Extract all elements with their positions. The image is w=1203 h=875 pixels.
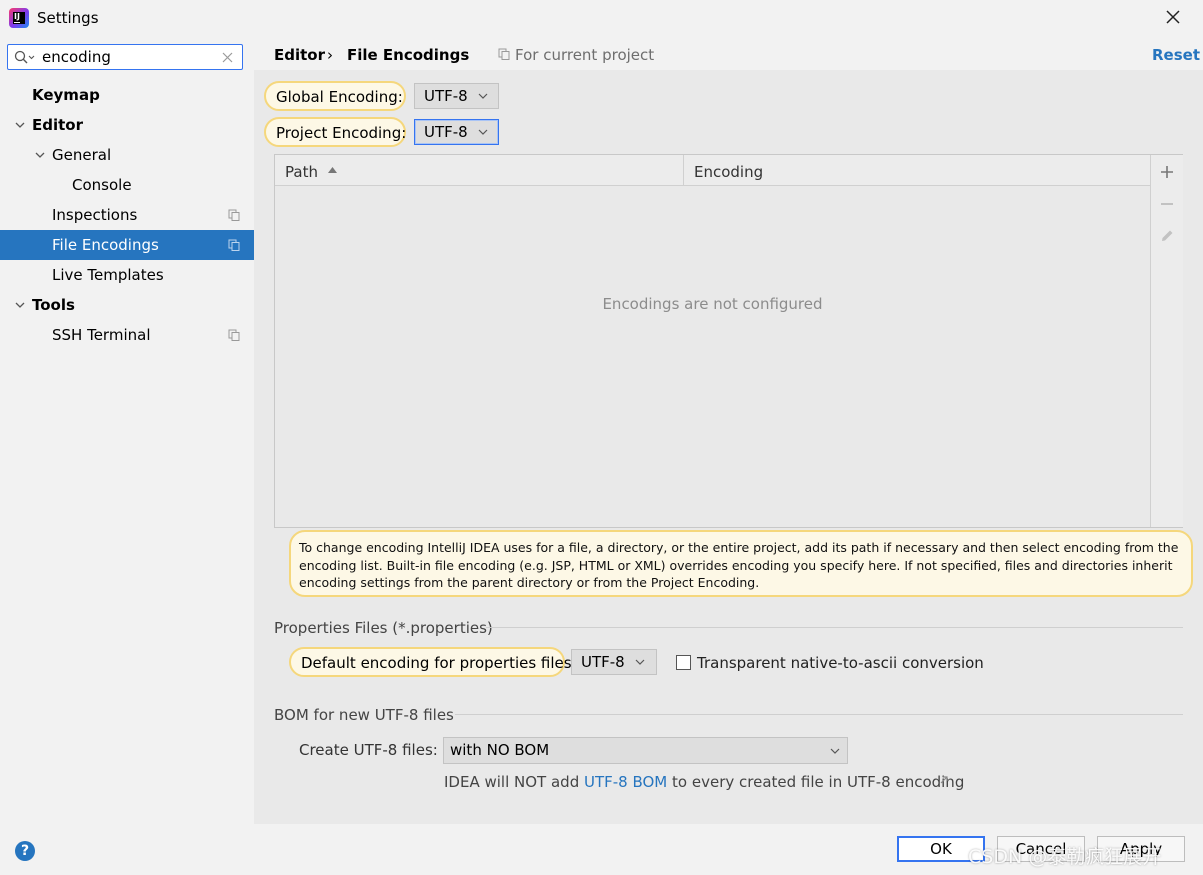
bom-select-value: with NO BOM	[450, 741, 550, 759]
watermark: CSDN @泰勒疯狂展开	[968, 846, 1162, 868]
chevron-down-icon[interactable]	[13, 298, 27, 312]
sidebar-item-ssh-terminal[interactable]: SSH Terminal	[0, 320, 254, 350]
column-divider[interactable]	[683, 155, 684, 185]
search-icon	[14, 50, 35, 64]
sidebar-item-label: Console	[72, 176, 132, 194]
sidebar-item-editor[interactable]: Editor	[0, 110, 254, 140]
bom-select[interactable]: with NO BOM	[443, 737, 848, 764]
column-header-path[interactable]: Path	[285, 163, 318, 181]
create-utf8-label: Create UTF-8 files:	[299, 741, 438, 759]
section-divider	[455, 714, 1183, 715]
sidebar-item-label: File Encodings	[52, 236, 159, 254]
chevron-down-icon	[478, 93, 488, 99]
properties-default-label: Default encoding for properties files:	[289, 647, 577, 677]
sidebar-item-console[interactable]: Console	[0, 170, 254, 200]
chevron-down-icon[interactable]	[13, 118, 27, 132]
properties-encoding-value: UTF-8	[581, 653, 625, 671]
project-scope-icon	[228, 239, 240, 251]
breadcrumb-separator: ›	[327, 46, 333, 64]
sidebar-item-label: Tools	[32, 296, 75, 314]
close-icon[interactable]	[1162, 6, 1184, 28]
global-encoding-label: Global Encoding:	[264, 81, 406, 111]
search-input[interactable]	[42, 48, 212, 66]
column-header-encoding[interactable]: Encoding	[694, 163, 763, 181]
sidebar-item-label: Keymap	[32, 86, 100, 104]
help-text: To change encoding IntelliJ IDEA uses fo…	[299, 540, 1179, 590]
intellij-logo-icon: IJ	[9, 8, 29, 28]
remove-icon[interactable]	[1160, 197, 1174, 211]
sidebar-item-general[interactable]: General	[0, 140, 254, 170]
project-scope-icon	[498, 48, 510, 60]
sidebar-item-label: Editor	[32, 116, 83, 134]
section-divider	[486, 627, 1183, 628]
global-encoding-label-text: Global Encoding:	[276, 88, 403, 106]
native-to-ascii-label[interactable]: Transparent native-to-ascii conversion	[697, 654, 984, 672]
chevron-down-icon	[635, 659, 645, 665]
properties-encoding-select[interactable]: UTF-8	[571, 649, 657, 675]
chevron-down-icon	[830, 748, 840, 754]
encodings-table[interactable]	[274, 154, 1183, 528]
breadcrumb-editor[interactable]: Editor	[274, 46, 325, 64]
project-encoding-value: UTF-8	[424, 123, 468, 141]
sidebar-item-tools[interactable]: Tools	[0, 290, 254, 320]
project-scope-icon	[228, 329, 240, 341]
bom-note-prefix: IDEA will NOT add	[444, 773, 584, 791]
reset-link[interactable]: Reset	[1152, 46, 1200, 64]
properties-default-label-text: Default encoding for properties files:	[301, 654, 577, 672]
chevron-down-icon	[478, 129, 488, 135]
bom-section-title: BOM for new UTF-8 files	[274, 706, 454, 724]
sort-ascending-icon[interactable]	[327, 166, 338, 174]
native-to-ascii-checkbox[interactable]	[676, 655, 691, 670]
sidebar-item-label: General	[52, 146, 112, 164]
bom-note-suffix: to every created file in UTF-8 encoding	[667, 773, 965, 791]
clear-search-icon[interactable]	[222, 52, 233, 63]
sidebar-item-label: Inspections	[52, 206, 138, 224]
sidebar-item-file-encodings[interactable]: File Encodings	[0, 230, 254, 260]
sidebar-item-label: Live Templates	[52, 266, 164, 284]
external-link-icon[interactable]	[939, 775, 949, 785]
title-bar	[0, 0, 1203, 36]
project-encoding-label-text: Project Encoding:	[276, 124, 407, 142]
scope-label: For current project	[515, 46, 655, 64]
window-title: Settings	[37, 9, 99, 27]
project-encoding-select[interactable]: UTF-8	[414, 119, 499, 145]
project-scope-icon	[228, 209, 240, 221]
bom-note: IDEA will NOT add UTF-8 BOM to every cre…	[444, 773, 964, 791]
help-icon[interactable]: ?	[15, 841, 35, 861]
global-encoding-select[interactable]: UTF-8	[414, 83, 499, 109]
page-title: File Encodings	[347, 46, 470, 64]
chevron-down-icon[interactable]	[33, 148, 47, 162]
add-icon[interactable]	[1160, 165, 1174, 179]
sidebar-item-label: SSH Terminal	[52, 326, 151, 344]
edit-icon[interactable]	[1159, 228, 1175, 244]
properties-section-title: Properties Files (*.properties)	[274, 619, 493, 637]
project-encoding-label: Project Encoding:	[264, 117, 406, 147]
search-box[interactable]	[7, 44, 243, 70]
utf8-bom-link[interactable]: UTF-8 BOM	[584, 773, 667, 791]
table-toolbar	[1150, 155, 1183, 527]
sidebar-item-inspections[interactable]: Inspections	[0, 200, 254, 230]
sidebar-item-live-templates[interactable]: Live Templates	[0, 260, 254, 290]
table-empty-text: Encodings are not configured	[602, 295, 823, 313]
sidebar-item-keymap[interactable]: Keymap	[0, 80, 254, 110]
global-encoding-value: UTF-8	[424, 87, 468, 105]
